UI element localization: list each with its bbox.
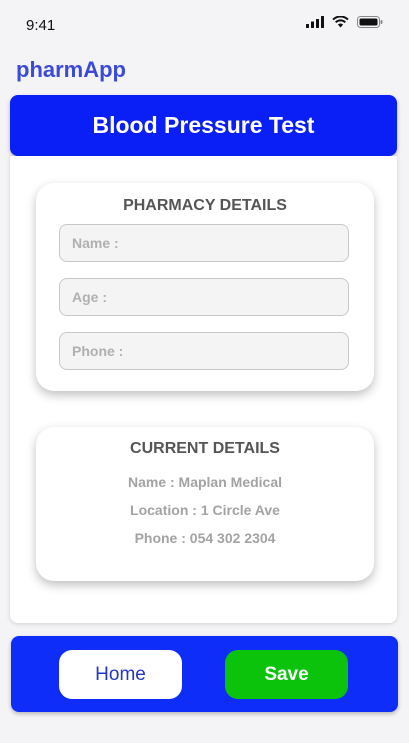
battery-icon (357, 16, 383, 28)
pharmacy-details-title: PHARMACY DETAILS (123, 197, 287, 214)
phone-field[interactable] (59, 332, 349, 370)
age-field[interactable] (59, 278, 349, 316)
name-field[interactable] (59, 224, 349, 262)
current-phone: Phone : 054 302 2304 (134, 530, 276, 546)
current-location: Location : 1 Circle Ave (130, 502, 280, 518)
status-icons (306, 16, 383, 28)
cellular-signal-icon (306, 16, 324, 28)
wifi-icon (332, 16, 349, 28)
save-button[interactable]: Save (225, 650, 348, 699)
home-button[interactable]: Home (59, 650, 182, 699)
app-name: pharmApp (16, 57, 126, 82)
status-time: 9:41 (26, 17, 56, 34)
bottom-action-bar: Home Save (11, 636, 398, 712)
current-details-title: CURRENT DETAILS (130, 440, 280, 457)
status-bar: 9:41 (0, 0, 409, 48)
pharmacy-details-card: PHARMACY DETAILS (36, 183, 374, 391)
page-title: Blood Pressure Test (92, 112, 315, 138)
current-name: Name : Maplan Medical (127, 474, 283, 490)
current-details-card: CURRENT DETAILS Name : Maplan Medical Lo… (36, 427, 374, 581)
page-header: Blood Pressure Test (10, 95, 397, 156)
